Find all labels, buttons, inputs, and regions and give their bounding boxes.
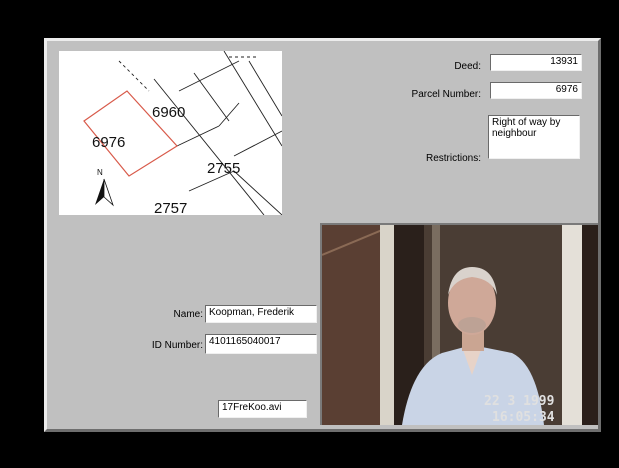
parcel-map: 6960 6976 2755 2757 N: [59, 51, 282, 215]
deed-label: Deed:: [454, 61, 481, 72]
parcel-number-2757: 2757: [154, 200, 187, 215]
parcel-number-label: Parcel Number:: [411, 89, 481, 100]
record-panel: 6960 6976 2755 2757 N Deed: 13931 Parcel…: [44, 38, 601, 432]
id-number-label: ID Number:: [151, 340, 203, 351]
photo-date-stamp: 22 3 1999: [484, 394, 554, 409]
restrictions-field[interactable]: Right of way by neighbour: [488, 115, 580, 159]
svg-text:N: N: [97, 168, 103, 177]
photo-time-stamp: 16:05:34: [492, 410, 555, 425]
parcel-number-field[interactable]: 6976: [490, 82, 582, 99]
name-field[interactable]: Koopman, Frederik: [205, 305, 317, 323]
parcel-number-6960: 6960: [152, 104, 185, 121]
deed-field[interactable]: 13931: [490, 54, 582, 71]
person-photo-image: 22 3 1999 16:05:34: [322, 225, 598, 425]
parcel-number-6976: 6976: [92, 134, 125, 151]
id-number-field[interactable]: 4101165040017: [205, 334, 317, 354]
restrictions-label: Restrictions:: [425, 153, 481, 164]
parcel-number-2755: 2755: [207, 160, 240, 177]
name-label: Name:: [173, 309, 203, 320]
person-photo: 22 3 1999 16:05:34: [320, 223, 598, 425]
north-arrow-icon: N: [95, 168, 114, 207]
video-file-field[interactable]: 17FreKoo.avi: [218, 400, 307, 418]
parcel-map-drawing: 6960 6976 2755 2757 N: [83, 51, 282, 215]
